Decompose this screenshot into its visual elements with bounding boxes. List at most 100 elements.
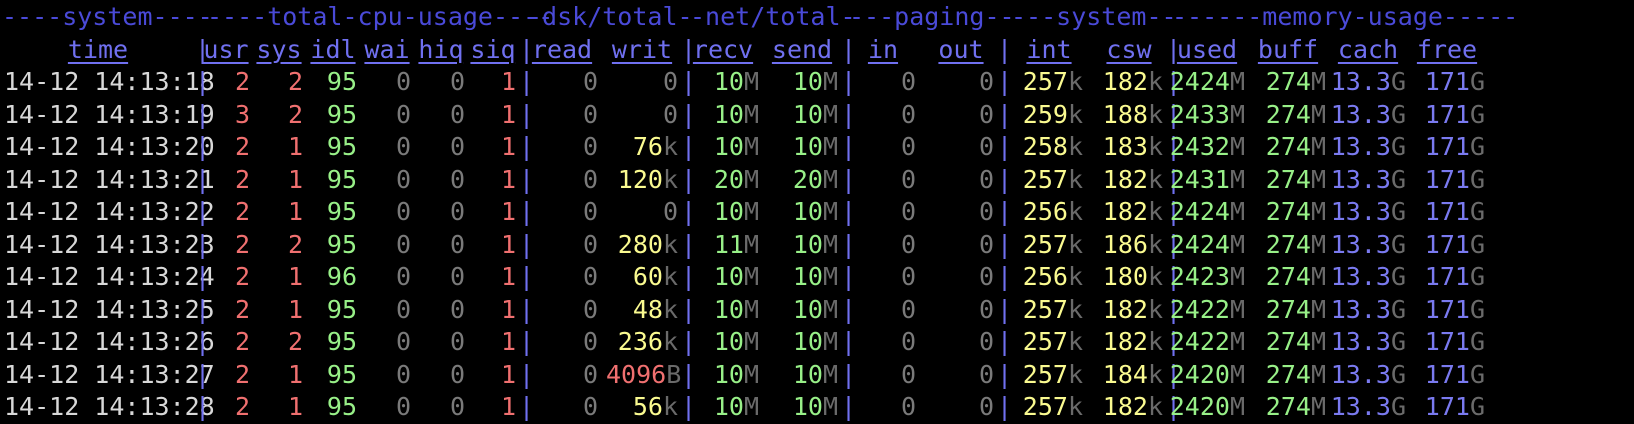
value-number: 258 [1022,132,1068,161]
value-number: 10 [713,359,744,389]
cell-usr: 2 [234,294,250,324]
value-number: 182 [1102,197,1148,226]
unit-suffix: M [743,262,759,291]
cell-used: 2431M [1169,163,1245,197]
cell-sys: 1 [287,197,303,226]
cell-read: 0 [582,99,598,129]
group-header: ----total-cpu-usage---- [207,2,554,31]
value-number: 257 [1022,67,1068,96]
unit-suffix: M [1310,392,1326,421]
value-number: 171 [1424,132,1470,161]
group-header: ---system-- [1011,2,1177,31]
cell-out: 0 [978,99,994,129]
cell-hiq: 0 [449,164,465,194]
unit-suffix: M [743,132,759,161]
cell-buff: 274M [1250,260,1326,294]
cell-usr: 2 [234,132,250,161]
unit-suffix: M [822,262,838,291]
cell-in: 0 [900,197,916,226]
cell-cach: 13.3G [1330,228,1406,262]
cell-out: 0 [978,229,994,259]
cell-time: 14-12 14:13:28 [4,392,215,421]
cell-hiq: 0 [449,197,465,226]
unit-suffix: G [1390,359,1406,389]
cell-wai: 0 [395,197,411,226]
unit-suffix: G [1469,392,1485,421]
unit-suffix: M [743,164,759,194]
unit-suffix: G [1390,197,1406,226]
column-header-sys: sys [256,34,302,64]
value-number: 13.3 [1330,197,1391,226]
value-number: 2422 [1169,327,1230,356]
value-number: 10 [792,67,823,96]
value-number: 257 [1022,164,1068,194]
value-number: 2424 [1169,67,1230,96]
cell-free: 171G [1409,293,1485,327]
table-row: 14-12 14:13:23 | 2 2 95 0 0 1 | 0 280k | 11M 10M | 0 0 | 2… [0,228,1634,262]
value-number: 171 [1424,164,1470,194]
column-separator: | [997,359,1013,389]
cell-out: 0 [978,164,994,194]
value-number: 236 [617,327,663,356]
value-number: 48 [632,294,663,324]
cell-wai: 0 [395,67,411,96]
cell-csw: 183k [1095,130,1163,164]
column-separator: | [997,229,1013,259]
cell-siq: 1 [500,359,516,389]
cell-out: 0 [978,197,994,226]
value-number: 2431 [1169,164,1230,194]
unit-suffix: k [1147,327,1163,356]
cell-used: 2420M [1169,358,1245,392]
unit-suffix: k [1067,164,1083,194]
unit-suffix: M [1229,132,1245,161]
value-number: 171 [1424,197,1470,226]
cell-usr: 2 [234,67,250,96]
unit-suffix: G [1390,164,1406,194]
cell-free: 171G [1409,228,1485,262]
cell-wai: 0 [395,229,411,259]
unit-suffix: M [743,327,759,356]
value-number: 13.3 [1330,229,1391,259]
cell-in: 0 [900,132,916,161]
cell-in: 0 [900,294,916,324]
unit-suffix: k [1067,67,1083,96]
unit-suffix: G [1390,67,1406,96]
cell-time: 14-12 14:13:27 [4,359,215,389]
cell-out: 0 [978,67,994,96]
cell-read: 0 [582,262,598,291]
table-row: 14-12 14:13:18 | 2 2 95 0 0 1 | 0 0 | 10M 10M | 0 0 | 257k… [0,65,1634,99]
unit-suffix: B [666,359,682,389]
unit-suffix: k [1067,197,1083,226]
cell-usr: 2 [234,359,250,389]
column-header-hiq: hiq [418,34,464,64]
value-number: 2433 [1169,99,1230,129]
cell-siq: 1 [500,67,516,96]
unit-suffix: G [1469,262,1485,291]
cell-used: 2433M [1169,98,1245,132]
cell-siq: 1 [500,99,516,129]
unit-suffix: M [743,392,759,421]
unit-suffix: k [1067,359,1083,389]
value-number: 274 [1265,294,1311,324]
value-number: 274 [1265,99,1311,129]
cell-free: 171G [1409,325,1485,359]
unit-suffix: k [1067,327,1083,356]
unit-suffix: M [822,132,838,161]
cell-read: 0 [582,392,598,421]
cell-in: 0 [900,392,916,421]
cell-idl: 96 [326,262,357,291]
column-separator: | [997,132,1013,161]
value-number: 182 [1102,392,1148,421]
cell-wai: 0 [395,294,411,324]
cell-send: 10M [766,98,838,132]
cell-used: 2423M [1169,260,1245,294]
value-number: 274 [1265,67,1311,96]
column-header-recv: recv [692,34,754,64]
table-row: 14-12 14:13:21 | 2 1 95 0 0 1 | 0 120k | 20M 20M | 0 0 | 2… [0,163,1634,197]
cell-recv: 10M [687,65,759,99]
cell-idl: 95 [326,132,357,161]
cell-free: 171G [1409,65,1485,99]
value-number: 10 [713,392,744,421]
cell-sys: 1 [287,359,303,389]
cell-siq: 1 [500,197,516,226]
